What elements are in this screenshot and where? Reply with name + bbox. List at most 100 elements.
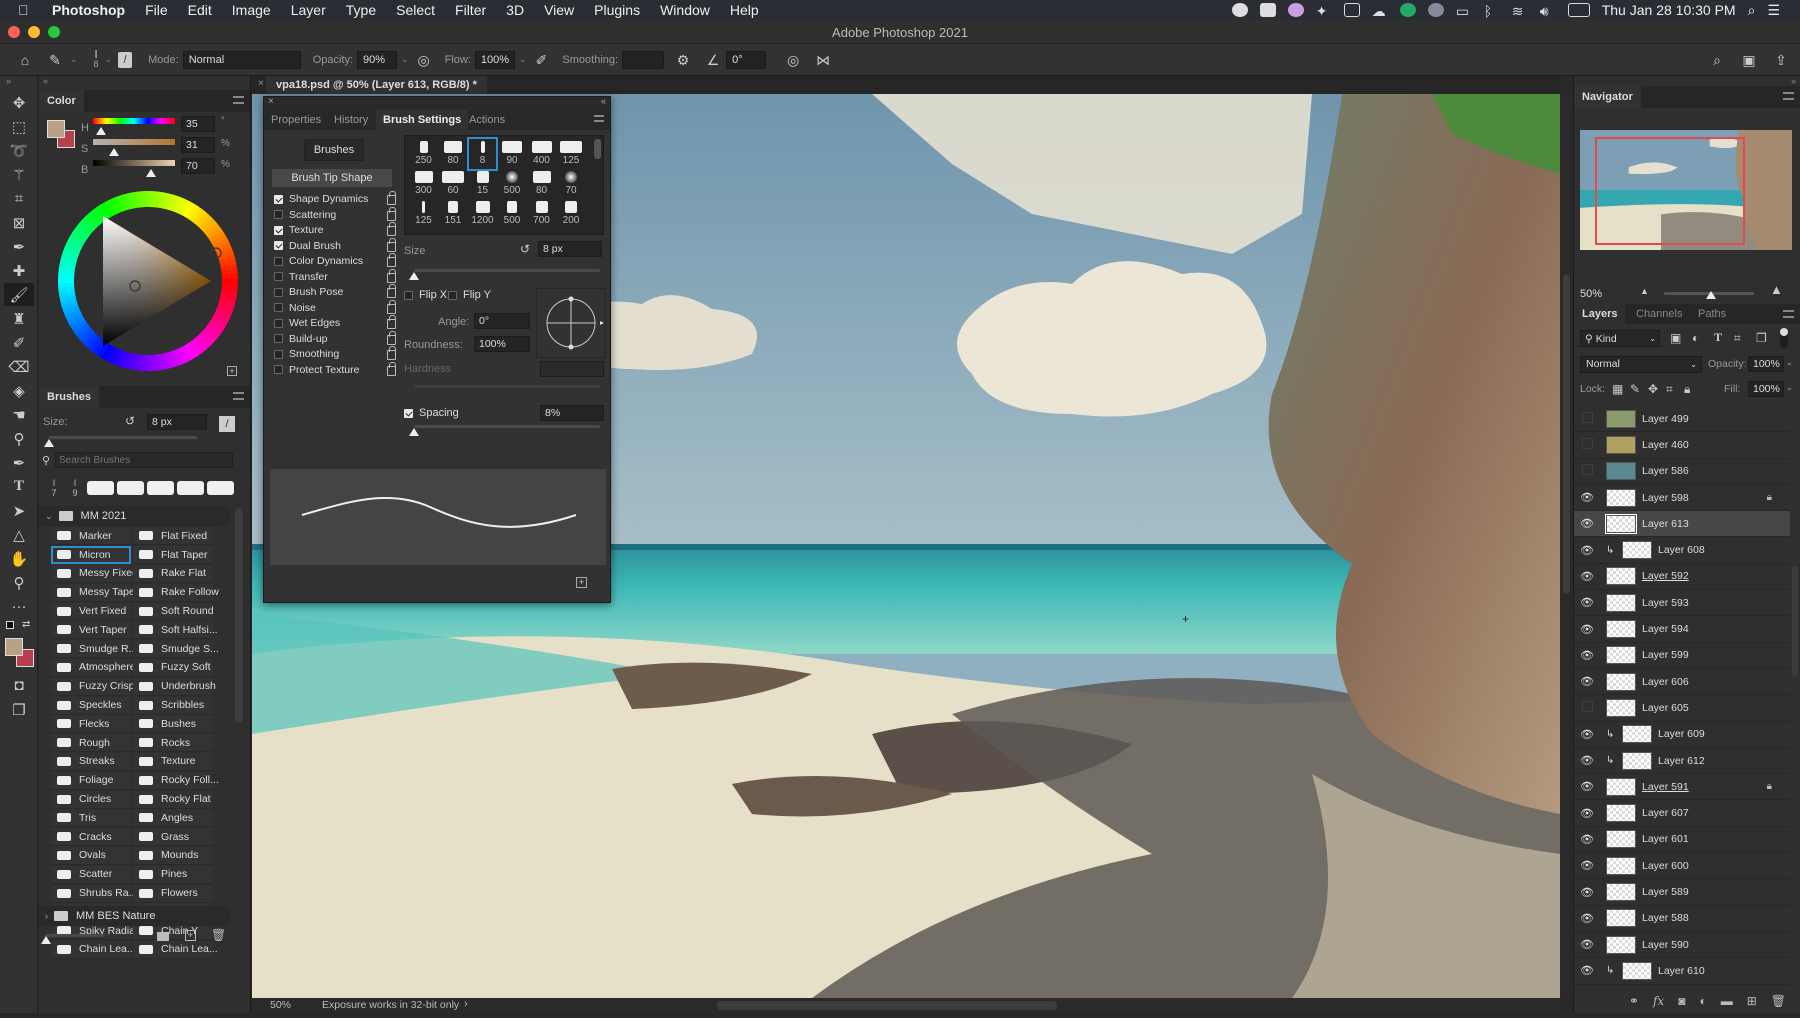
vpn-icon[interactable] [1427,3,1444,17]
layer-row[interactable]: 👁︎ ↳ Layer 610 [1574,958,1790,985]
brush-tip-preset[interactable]: 500 [498,168,527,200]
recent-brush[interactable] [117,481,144,495]
visibility-eye-icon[interactable]: 👁︎ [1574,570,1600,583]
edit-toolbar-icon[interactable]: ··· [4,595,34,618]
add-color-icon[interactable]: + [227,366,237,376]
add-mask-icon[interactable]: ◙ [1678,994,1685,1008]
brush-item[interactable]: Smudge R... [51,640,137,659]
brush-tool-icon[interactable]: 🖌︎ [4,283,34,306]
checkbox-box[interactable] [274,194,283,204]
filter-pixel-layers-icon[interactable]: ▣ [1670,331,1681,345]
link-layers-icon[interactable]: ⚭ [1629,994,1639,1008]
layer-thumbnail[interactable] [1622,961,1652,980]
recent-brush[interactable] [177,481,204,495]
type-tool-icon[interactable]: T [4,475,34,498]
color-wheel[interactable] [53,186,243,376]
lock-position-icon[interactable]: ✥ [1648,382,1658,396]
record-icon[interactable] [1231,3,1248,17]
screen-mode-icon[interactable]: ❐ [4,698,34,721]
panel-menu-icon[interactable] [1783,310,1794,318]
lock-icon[interactable] [387,268,396,283]
checkbox-box[interactable] [274,303,283,312]
zoom-tool-icon[interactable]: ⚲ [4,571,34,594]
layer-thumbnail[interactable] [1606,804,1636,823]
expand-toolbar-icon[interactable]: » [0,76,37,90]
horizontal-scrollbar[interactable] [717,1001,1057,1010]
pressure-opacity-icon[interactable]: ◎ [415,51,433,69]
color-panel-tab[interactable]: Color [39,90,84,112]
layer-name[interactable]: Layer 607 [1642,807,1689,819]
tab-history[interactable]: History [327,110,375,130]
lock-icon[interactable] [387,361,396,376]
lock-icon[interactable] [387,191,396,205]
battery-icon[interactable] [1567,3,1590,17]
opacity-input[interactable]: 90% [357,50,398,69]
brush-list-scrollbar[interactable] [235,508,243,723]
checkbox-box[interactable] [274,225,283,235]
brush-item[interactable]: Angles [133,809,213,828]
panel-menu-icon[interactable] [233,392,244,400]
layer-thumbnail[interactable] [1606,567,1636,586]
lock-all-icon[interactable]: 🔒︎ [1684,382,1690,397]
recent-brush[interactable] [147,481,174,495]
filter-toggle[interactable] [1780,328,1788,348]
menu-type[interactable]: Type [346,2,376,18]
brush-tip-preset[interactable]: 80 [527,168,556,200]
tab-paths[interactable]: Paths [1690,304,1734,324]
lock-icon[interactable] [387,315,396,329]
brush-tip-preset[interactable]: 15 [468,168,497,200]
navigator-view-box[interactable] [1595,137,1745,245]
new-adjustment-layer-icon[interactable]: ◐ [1699,994,1706,1008]
layer-thumbnail[interactable] [1606,646,1636,665]
brush-item[interactable]: Rake Follow [133,583,219,602]
fill-input[interactable]: 100% [1748,381,1784,397]
brush-item[interactable]: Streaks [51,752,131,771]
layer-name[interactable]: Layer 588 [1642,912,1689,924]
brush-item[interactable]: Vert Taper [51,621,131,640]
layer-thumbnail[interactable] [1605,513,1637,534]
lock-icon[interactable] [387,330,396,345]
status-menu-arrow-icon[interactable]: › [464,998,468,1010]
zoom-level[interactable]: 50% [270,999,291,1011]
brush-group-mm-2021[interactable]: ⌄ MM 2021 [39,506,229,526]
angle-roundness-preview[interactable] [536,288,606,358]
layer-thumbnail[interactable] [1606,593,1636,612]
history-brush-tool-icon[interactable]: ✐ [4,331,34,354]
share-icon[interactable]: ⇪ [1772,51,1790,69]
brush-item[interactable]: Grass [133,828,213,847]
layers-scrollbar[interactable] [1792,566,1798,676]
brush-angle-input[interactable]: 0° [726,50,767,69]
layer-row[interactable]: Layer 586 [1574,459,1790,485]
recent-brush[interactable]: ǀ9 [66,478,84,498]
layer-thumbnail[interactable] [1606,830,1636,849]
path-selection-tool-icon[interactable]: ➤ [4,499,34,522]
move-tool-icon[interactable]: ✥ [4,91,34,114]
new-brush-icon[interactable]: + [185,930,196,941]
checkbox-box[interactable] [274,272,283,281]
visibility-toggle-hidden[interactable] [1574,438,1600,452]
brush-item[interactable]: Micron [51,546,131,565]
brush-item[interactable]: Underbrush [133,677,216,696]
layer-name[interactable]: Layer 594 [1642,623,1689,635]
brush-option-transfer[interactable]: Transfer [274,268,396,285]
filter-smart-objects-icon[interactable]: ❐ [1756,331,1767,345]
brush-item[interactable]: Speckles [51,696,131,715]
brush-item[interactable]: Flowers [133,884,213,903]
brush-item[interactable]: Rocky Foll... [133,771,219,790]
search-brushes-input[interactable] [55,452,233,468]
brush-tip-preset[interactable]: 80 [439,138,468,170]
lock-icon[interactable] [387,284,396,298]
new-group-icon[interactable]: ▬ [1721,994,1733,1008]
layer-name[interactable]: Layer 593 [1642,597,1689,609]
checkbox-box[interactable] [274,349,283,359]
lock-icon[interactable] [387,299,396,314]
visibility-eye-icon[interactable]: 👁︎ [1574,544,1600,557]
brush-item[interactable]: Circles [51,790,131,809]
layer-name[interactable]: Layer 598 [1642,492,1689,504]
clone-stamp-tool-icon[interactable]: ♜ [4,307,34,330]
menu-image[interactable]: Image [232,2,271,18]
panel-titlebar[interactable]: × « [264,96,610,110]
size-input[interactable]: 8 px [538,241,602,257]
brush-item[interactable]: Chain Lea... [133,940,218,959]
fill-dropdown-icon[interactable]: ⌄ [1786,383,1793,392]
